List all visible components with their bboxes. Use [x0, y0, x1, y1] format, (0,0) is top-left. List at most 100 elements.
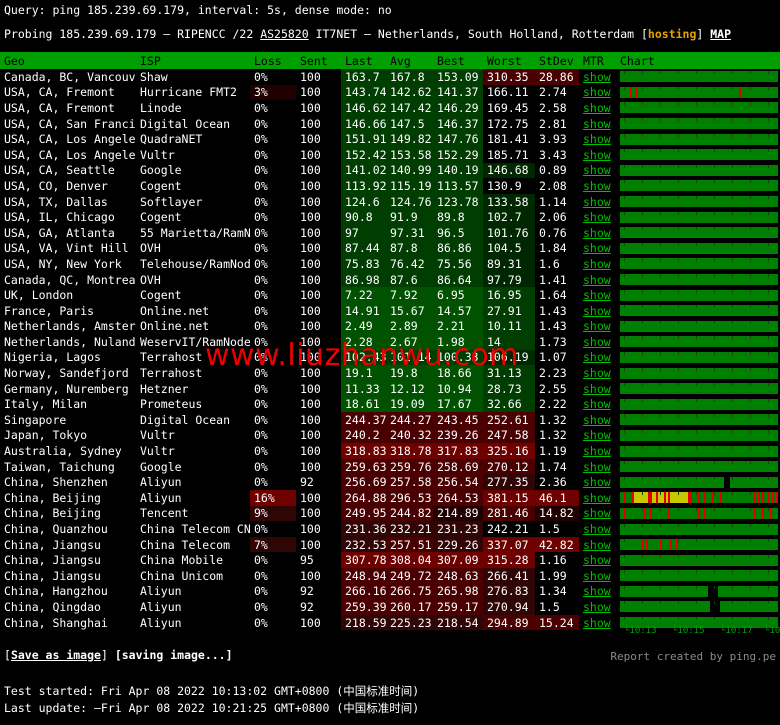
latency-sparkline[interactable] [620, 508, 778, 519]
column-header-loss[interactable]: Loss [250, 52, 296, 69]
asn-link[interactable]: AS25820 [260, 27, 308, 41]
cell-mtr: show [579, 521, 616, 537]
latency-sparkline[interactable] [620, 414, 778, 425]
save-as-image-button[interactable]: Save as image [11, 648, 101, 662]
latency-sparkline[interactable] [620, 368, 778, 379]
mtr-show-link[interactable]: show [583, 600, 611, 614]
cell-worst: 381.15 [483, 490, 535, 506]
column-header-chart[interactable]: Chart [616, 52, 780, 69]
sparkline-tick [660, 570, 661, 573]
latency-sparkline[interactable] [620, 212, 778, 223]
mtr-show-link[interactable]: show [583, 553, 611, 567]
latency-sparkline[interactable] [620, 477, 778, 488]
latency-sparkline[interactable] [620, 601, 778, 612]
table-row: UK, LondonCogent0%1007.227.926.9516.951.… [0, 287, 780, 303]
latency-sparkline[interactable] [620, 87, 778, 98]
latency-sparkline[interactable] [620, 71, 778, 82]
cell-worst: 181.41 [483, 131, 535, 147]
sparkline-tick [768, 368, 769, 371]
latency-sparkline[interactable] [620, 258, 778, 269]
mtr-show-link[interactable]: show [583, 335, 611, 349]
mtr-show-link[interactable]: show [583, 210, 611, 224]
mtr-show-link[interactable]: show [583, 522, 611, 536]
mtr-show-link[interactable]: show [583, 366, 611, 380]
latency-sparkline[interactable] [620, 134, 778, 145]
mtr-show-link[interactable]: show [583, 538, 611, 552]
latency-sparkline[interactable] [620, 180, 778, 191]
mtr-show-link[interactable]: show [583, 491, 611, 505]
cell-sent: 100 [296, 319, 341, 335]
mtr-show-link[interactable]: show [583, 241, 611, 255]
mtr-show-link[interactable]: show [583, 319, 611, 333]
packet-loss-spike [630, 87, 632, 98]
cell-best: 86.86 [433, 241, 483, 257]
sparkline-tick [768, 461, 769, 464]
mtr-show-link[interactable]: show [583, 460, 611, 474]
latency-sparkline[interactable] [620, 243, 778, 254]
mtr-show-link[interactable]: show [583, 397, 611, 411]
sparkline-tick [732, 617, 733, 620]
column-header-avg[interactable]: Avg [386, 52, 433, 69]
latency-sparkline[interactable] [620, 555, 778, 566]
latency-sparkline[interactable] [620, 461, 778, 472]
mtr-show-link[interactable]: show [583, 226, 611, 240]
latency-sparkline[interactable] [620, 118, 778, 129]
latency-sparkline[interactable] [620, 570, 778, 581]
column-header-worst[interactable]: Worst [483, 52, 535, 69]
latency-sparkline[interactable] [620, 336, 778, 347]
column-header-isp[interactable]: ISP [136, 52, 250, 69]
latency-sparkline[interactable] [620, 321, 778, 332]
mtr-show-link[interactable]: show [583, 117, 611, 131]
latency-sparkline[interactable] [620, 102, 778, 113]
latency-sparkline[interactable] [620, 383, 778, 394]
mtr-show-link[interactable]: show [583, 584, 611, 598]
mtr-show-link[interactable]: show [583, 569, 611, 583]
map-link[interactable]: MAP [710, 27, 731, 41]
sparkline-tick [642, 321, 643, 324]
latency-sparkline[interactable] [620, 524, 778, 535]
latency-sparkline[interactable] [620, 227, 778, 238]
mtr-show-link[interactable]: show [583, 444, 611, 458]
latency-sparkline[interactable] [620, 430, 778, 441]
mtr-show-link[interactable]: show [583, 350, 611, 364]
latency-sparkline[interactable] [620, 196, 778, 207]
column-header-sent[interactable]: Sent [296, 52, 341, 69]
column-header-stdev[interactable]: StDev [535, 52, 579, 69]
latency-sparkline[interactable] [620, 274, 778, 285]
mtr-show-link[interactable]: show [583, 101, 611, 115]
mtr-show-link[interactable]: show [583, 616, 611, 630]
mtr-show-link[interactable]: show [583, 428, 611, 442]
column-header-best[interactable]: Best [433, 52, 483, 69]
mtr-show-link[interactable]: show [583, 288, 611, 302]
latency-sparkline[interactable] [620, 165, 778, 176]
mtr-show-link[interactable]: show [583, 70, 611, 84]
cell-worst: 242.21 [483, 521, 535, 537]
mtr-show-link[interactable]: show [583, 148, 611, 162]
mtr-show-link[interactable]: show [583, 163, 611, 177]
latency-sparkline[interactable] [620, 149, 778, 160]
mtr-show-link[interactable]: show [583, 304, 611, 318]
latency-sparkline[interactable] [620, 352, 778, 363]
latency-sparkline[interactable] [620, 492, 778, 503]
latency-sparkline[interactable] [620, 446, 778, 457]
mtr-show-link[interactable]: show [583, 179, 611, 193]
mtr-show-link[interactable]: show [583, 85, 611, 99]
column-header-geo[interactable]: Geo [0, 52, 136, 69]
mtr-show-link[interactable]: show [583, 475, 611, 489]
latency-sparkline[interactable] [620, 586, 778, 597]
mtr-show-link[interactable]: show [583, 413, 611, 427]
latency-sparkline[interactable] [620, 290, 778, 301]
mtr-show-link[interactable]: show [583, 273, 611, 287]
mtr-show-link[interactable]: show [583, 195, 611, 209]
mtr-show-link[interactable]: show [583, 382, 611, 396]
latency-sparkline[interactable] [620, 539, 778, 550]
mtr-show-link[interactable]: show [583, 257, 611, 271]
packet-loss-spike [739, 87, 741, 98]
mtr-show-link[interactable]: show [583, 132, 611, 146]
cell-mtr: show [579, 209, 616, 225]
column-header-mtr[interactable]: MTR [579, 52, 616, 69]
latency-sparkline[interactable] [620, 305, 778, 316]
mtr-show-link[interactable]: show [583, 506, 611, 520]
column-header-last[interactable]: Last [341, 52, 386, 69]
latency-sparkline[interactable] [620, 399, 778, 410]
